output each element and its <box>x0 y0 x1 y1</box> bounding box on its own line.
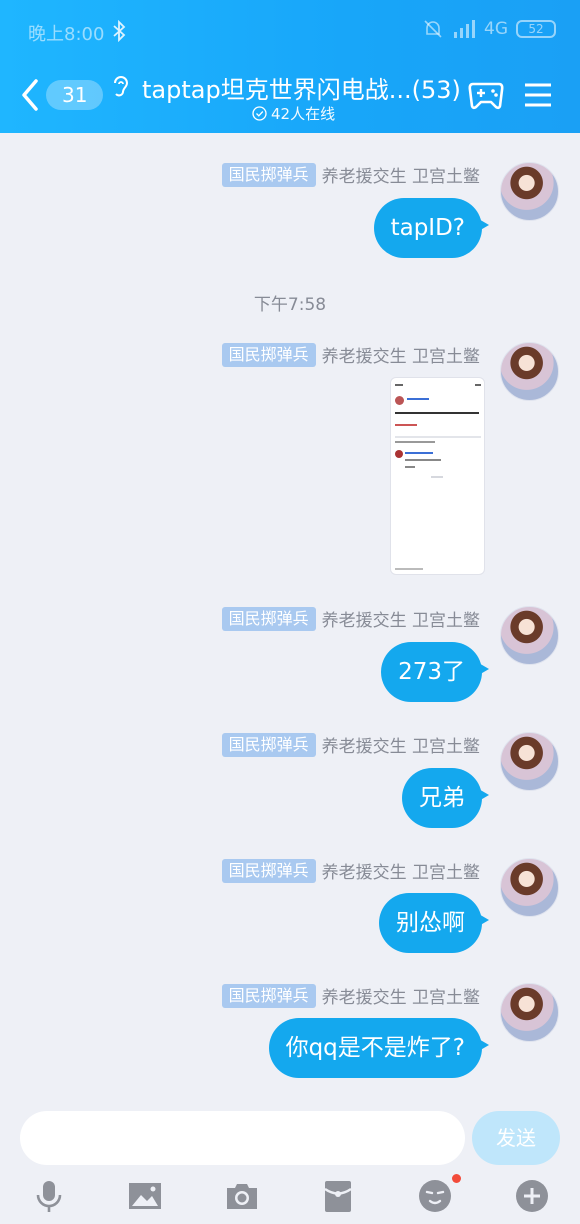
avatar[interactable] <box>500 983 559 1042</box>
avatar[interactable] <box>500 342 559 401</box>
avatar[interactable] <box>500 162 559 221</box>
camera-icon[interactable] <box>224 1178 260 1214</box>
member-tag: 国民掷弹兵 <box>221 858 316 883</box>
network-type: 4G <box>484 19 508 39</box>
sender-name[interactable]: 养老援交生 卫宫土鳖 <box>322 858 480 883</box>
sender-meta: 国民掷弹兵 养老援交生 卫宫土鳖 <box>221 858 480 883</box>
sender-name[interactable]: 养老援交生 卫宫土鳖 <box>322 162 480 187</box>
online-count-text: 42人在线 <box>271 105 336 123</box>
sender-name[interactable]: 养老援交生 卫宫土鳖 <box>322 983 480 1008</box>
member-tag: 国民掷弹兵 <box>221 162 316 187</box>
avatar[interactable] <box>500 732 559 791</box>
avatar[interactable] <box>500 606 559 665</box>
gamepad-icon[interactable] <box>467 78 505 112</box>
emoji-icon[interactable] <box>417 1178 453 1214</box>
ear-icon[interactable] <box>108 73 132 99</box>
image-icon[interactable] <box>127 1178 163 1214</box>
menu-icon[interactable] <box>524 82 552 108</box>
status-bar: 晚上8:00 4G 52 <box>0 0 580 64</box>
member-tag: 国民掷弹兵 <box>221 342 316 367</box>
sender-meta: 国民掷弹兵 养老援交生 卫宫土鳖 <box>221 342 480 367</box>
sender-meta: 国民掷弹兵 养老援交生 卫宫土鳖 <box>221 162 480 187</box>
avatar[interactable] <box>500 858 559 917</box>
status-right: 4G 52 <box>422 18 556 40</box>
message-bubble[interactable]: 你qq是不是炸了? <box>268 1018 490 1078</box>
time-separator: 下午7:58 <box>253 295 327 315</box>
mute-icon <box>424 20 442 38</box>
sender-meta: 国民掷弹兵 养老援交生 卫宫土鳖 <box>221 732 480 757</box>
image-message[interactable] <box>390 377 485 575</box>
sender-name[interactable]: 养老援交生 卫宫土鳖 <box>322 732 480 757</box>
message-bubble[interactable]: 兄弟 <box>402 768 489 828</box>
microphone-icon[interactable] <box>31 1178 67 1214</box>
back-button[interactable]: 31 <box>20 78 104 112</box>
send-button[interactable]: 发送 <box>472 1111 560 1165</box>
message-bubble[interactable]: 273了 <box>381 642 489 702</box>
message-input[interactable] <box>20 1111 465 1165</box>
check-circle-icon <box>252 106 267 121</box>
bluetooth-icon <box>113 20 126 42</box>
unread-count-badge: 31 <box>46 80 104 110</box>
chat-header: 晚上8:00 4G 52 31 taptap坦克世界闪电战...(53) 42人… <box>0 0 580 133</box>
status-time: 晚上8:00 <box>28 24 105 45</box>
sender-name[interactable]: 养老援交生 卫宫土鳖 <box>322 606 480 631</box>
message-bubble[interactable]: tapID? <box>373 198 490 258</box>
member-tag: 国民掷弹兵 <box>221 606 316 631</box>
input-toolbar <box>0 1172 580 1224</box>
signal-icon <box>454 20 475 38</box>
member-tag: 国民掷弹兵 <box>221 983 316 1008</box>
message-bubble[interactable]: 别怂啊 <box>379 893 489 953</box>
battery-indicator: 52 <box>516 20 556 38</box>
notification-dot <box>452 1174 461 1183</box>
plus-icon[interactable] <box>514 1178 550 1214</box>
sender-meta: 国民掷弹兵 养老援交生 卫宫土鳖 <box>221 983 480 1008</box>
sender-name[interactable]: 养老援交生 卫宫土鳖 <box>322 342 480 367</box>
chat-title[interactable]: taptap坦克世界闪电战...(53) <box>142 70 461 105</box>
member-tag: 国民掷弹兵 <box>221 732 316 757</box>
chevron-left-icon <box>22 79 38 111</box>
red-packet-icon[interactable] <box>320 1178 356 1214</box>
online-count: 42人在线 <box>252 103 335 124</box>
sender-meta: 国民掷弹兵 养老援交生 卫宫土鳖 <box>221 606 480 631</box>
